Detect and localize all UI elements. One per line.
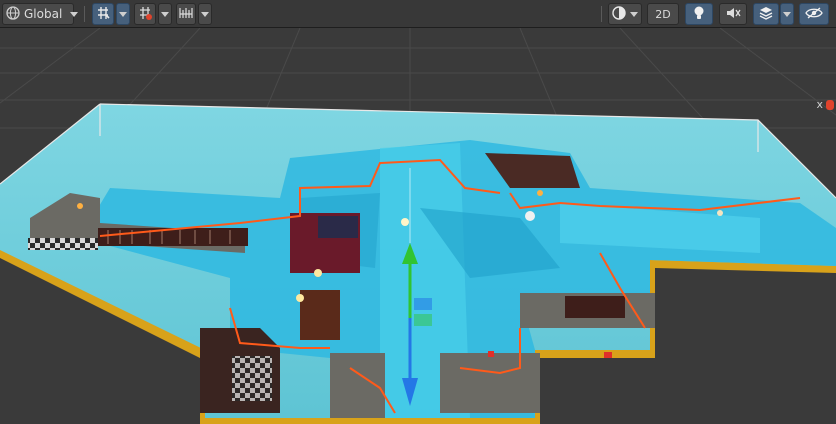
grid-snap-dropdown[interactable] [116, 3, 130, 25]
grid-snapping-group [92, 3, 130, 25]
orientation-gizmo-x[interactable]: x [816, 98, 834, 111]
grid-snap-button[interactable] [92, 3, 114, 25]
effects-toggle[interactable] [753, 3, 779, 25]
increment-snap-icon [178, 5, 194, 24]
effects-dropdown[interactable] [780, 3, 794, 25]
shading-mode-dropdown[interactable] [608, 3, 642, 25]
shading-mode-group [608, 3, 642, 25]
mode-2d-group: 2D [647, 3, 679, 25]
toolbar-divider [84, 6, 85, 22]
effects-group [753, 3, 794, 25]
increment-snap-button[interactable] [176, 3, 196, 25]
chevron-down-icon [630, 11, 638, 17]
chevron-down-icon [161, 11, 169, 17]
pivot-rotation-dropdown[interactable]: Global [2, 3, 79, 25]
chevron-down-icon [119, 11, 127, 17]
audio-mute-icon [725, 6, 741, 23]
effects-icon [758, 6, 774, 23]
pivot-rotation-label: Global [24, 7, 63, 21]
axis-x-handle-icon [826, 99, 834, 110]
mode-2d-button[interactable]: 2D [647, 3, 679, 25]
audio-group [719, 3, 747, 25]
lighting-group [685, 3, 713, 25]
grid-snap-icon [95, 5, 111, 24]
audio-toggle[interactable] [719, 3, 747, 25]
scene-viewport[interactable]: x [0, 28, 836, 424]
increment-snap-group [176, 3, 212, 25]
grid-toggle-button[interactable] [134, 3, 156, 25]
hidden-objects-toggle[interactable] [799, 3, 829, 25]
hidden-objects-group [799, 3, 829, 25]
grid-visibility-group [134, 3, 172, 25]
lighting-icon [692, 5, 706, 24]
shading-mode-icon [612, 5, 626, 23]
toolbar-divider [601, 6, 602, 22]
grid-toggle-dropdown[interactable] [158, 3, 172, 25]
globe-icon [6, 5, 20, 23]
lighting-toggle[interactable] [685, 3, 713, 25]
grid-toggle-icon [137, 5, 153, 24]
increment-snap-dropdown[interactable] [198, 3, 212, 25]
chevron-down-icon [70, 11, 79, 17]
gizmo-plane-handle[interactable] [414, 298, 432, 310]
gizmo-plane-handle-2[interactable] [414, 314, 432, 326]
scene-toolbar: Global 2D [0, 0, 836, 28]
chevron-down-icon [201, 11, 209, 17]
hidden-objects-icon [805, 6, 823, 23]
chevron-down-icon [783, 11, 791, 17]
axis-x-label: x [816, 98, 823, 111]
